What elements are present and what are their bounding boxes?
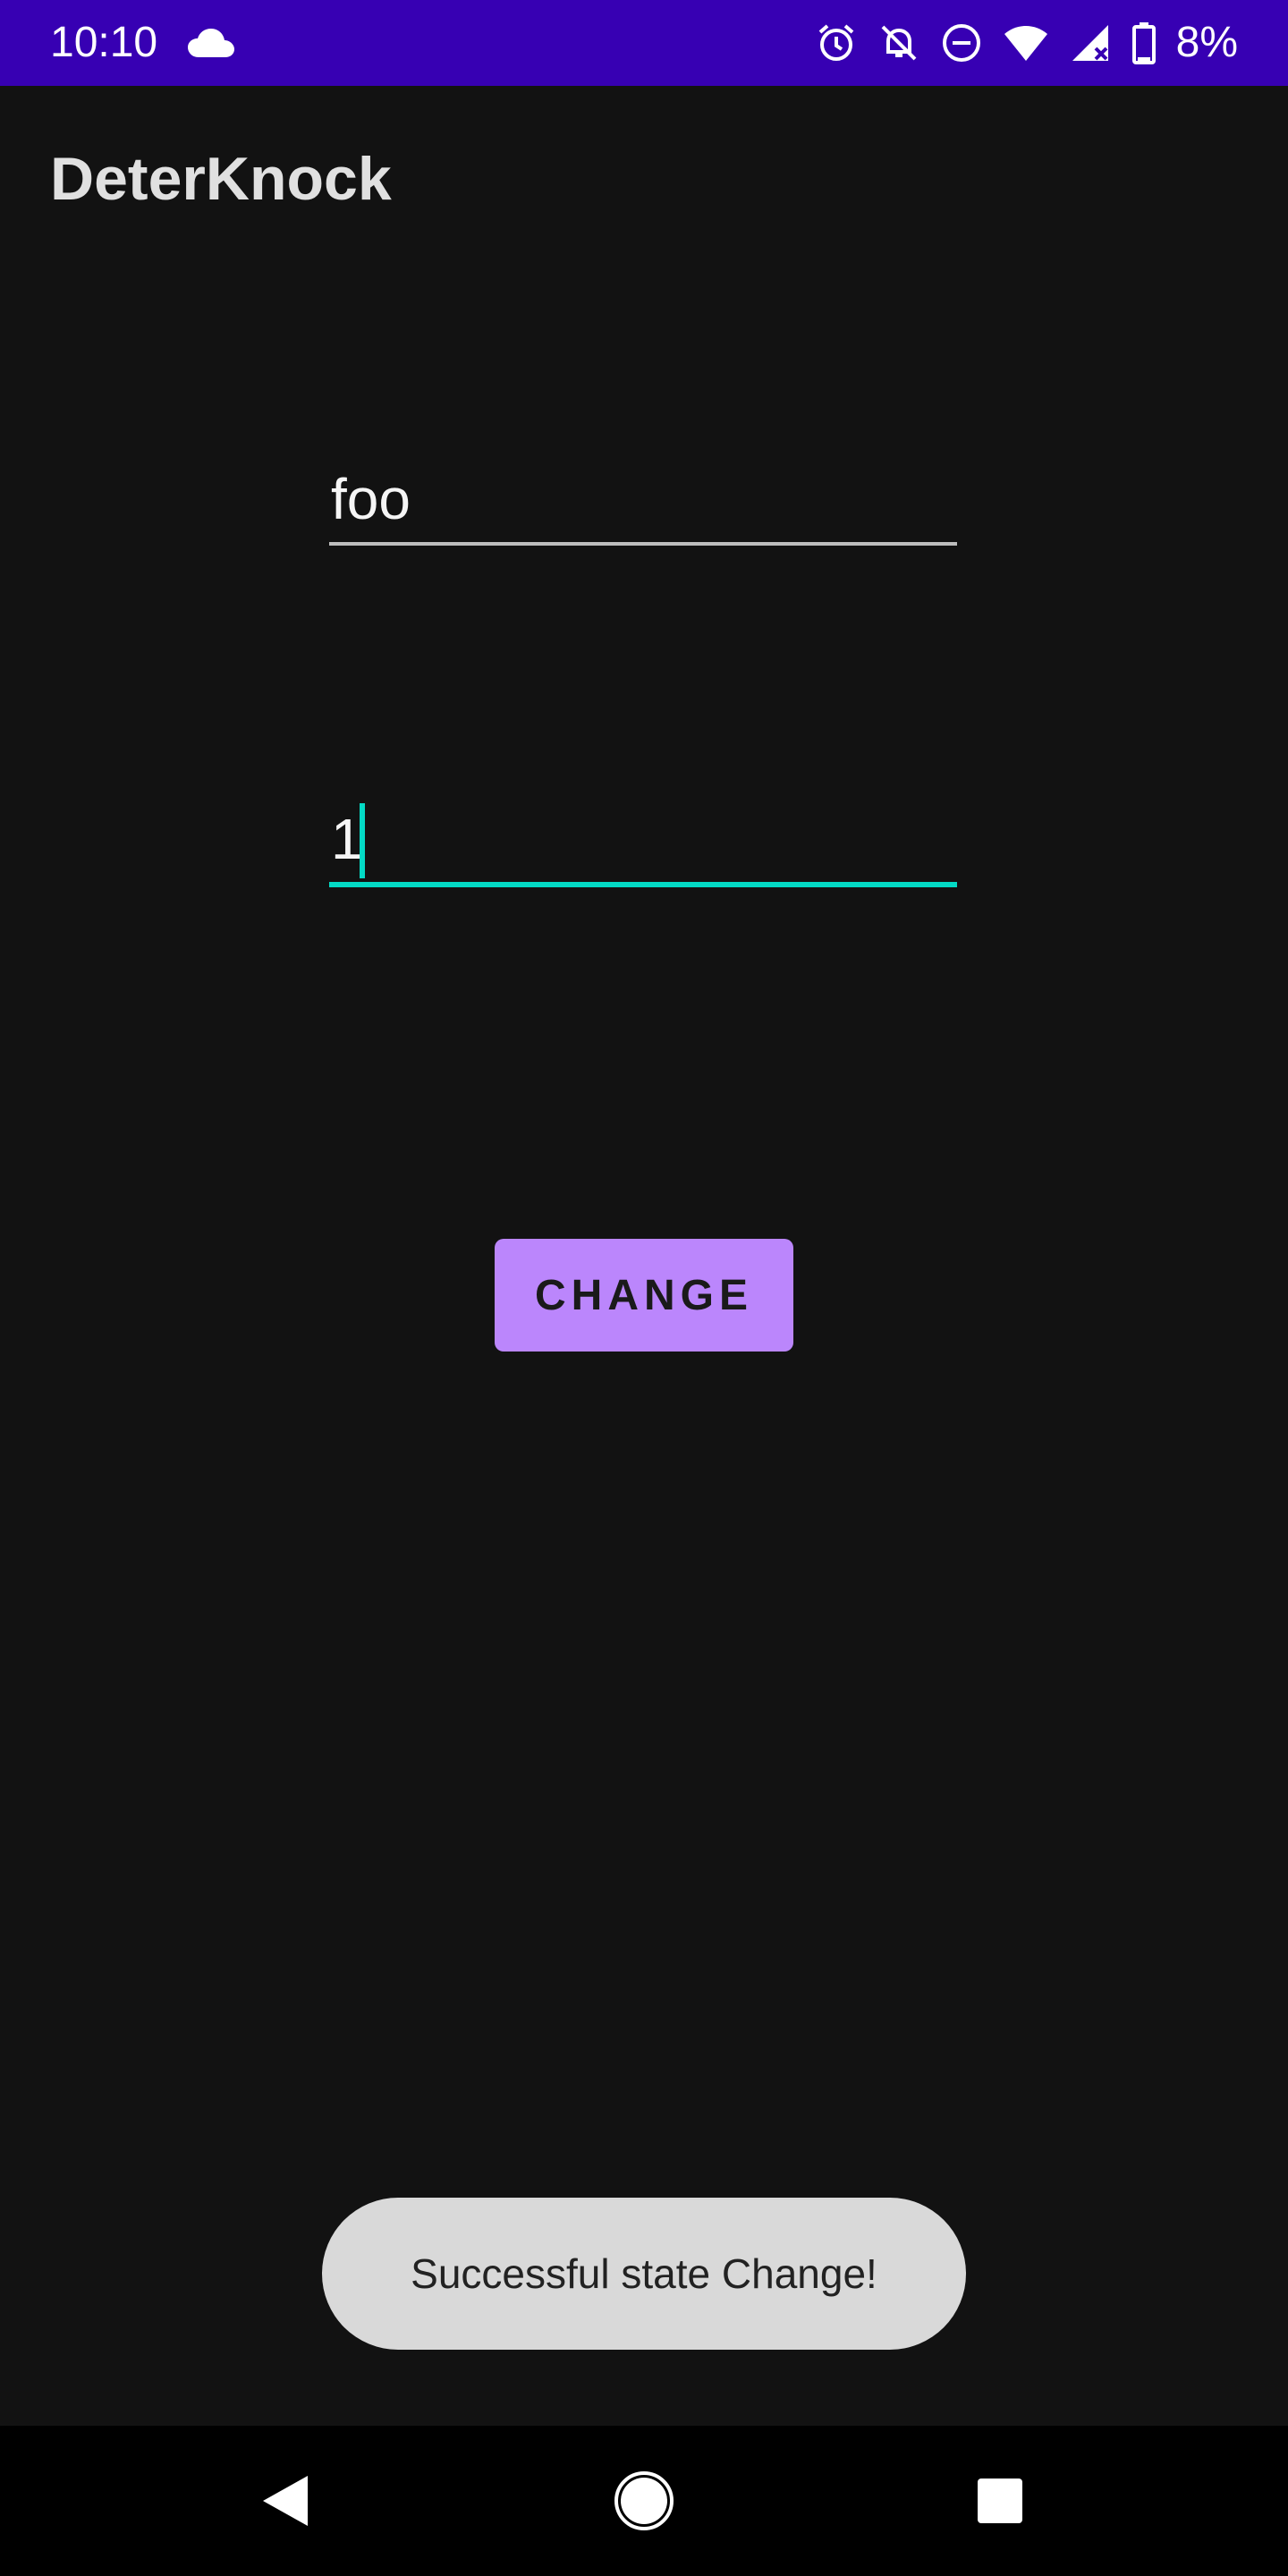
- home-button[interactable]: [572, 2426, 716, 2576]
- text-field-1[interactable]: foo: [329, 456, 957, 546]
- do-not-disturb-icon: [942, 24, 980, 62]
- text-cursor: [360, 803, 365, 878]
- status-time: 10:10: [50, 19, 158, 66]
- status-bar: 10:10 8%: [0, 0, 1288, 86]
- text-field-2[interactable]: 1: [329, 796, 957, 887]
- alarm-icon: [818, 24, 853, 61]
- app-screen: 10:10 8% DeterKnock foo 1 CHANGE Success…: [0, 0, 1288, 2576]
- wifi-icon: [1004, 26, 1047, 61]
- battery-icon: [1131, 22, 1156, 64]
- app-title: DeterKnock: [50, 145, 392, 213]
- battery-percent: 8%: [1175, 19, 1238, 66]
- back-icon: [263, 2476, 308, 2526]
- cell-signal-icon: [1072, 25, 1108, 61]
- toast-text: Successful state Change!: [411, 2250, 877, 2297]
- text-field-2-underline: [329, 882, 957, 887]
- text-field-1-underline: [329, 542, 957, 546]
- status-icons: 8%: [815, 16, 1238, 70]
- change-button[interactable]: CHANGE: [495, 1239, 793, 1352]
- recents-icon: [978, 2479, 1022, 2523]
- text-field-1-value: foo: [331, 467, 411, 531]
- text-field-2-value: 1: [331, 807, 363, 871]
- back-button[interactable]: [215, 2426, 358, 2576]
- toast-message: Successful state Change!: [322, 2198, 966, 2350]
- cloud-icon: [188, 29, 234, 57]
- recents-button[interactable]: [928, 2426, 1072, 2576]
- home-icon: [614, 2471, 674, 2530]
- navigation-bar: [0, 2426, 1288, 2576]
- notifications-off-icon: [881, 25, 917, 61]
